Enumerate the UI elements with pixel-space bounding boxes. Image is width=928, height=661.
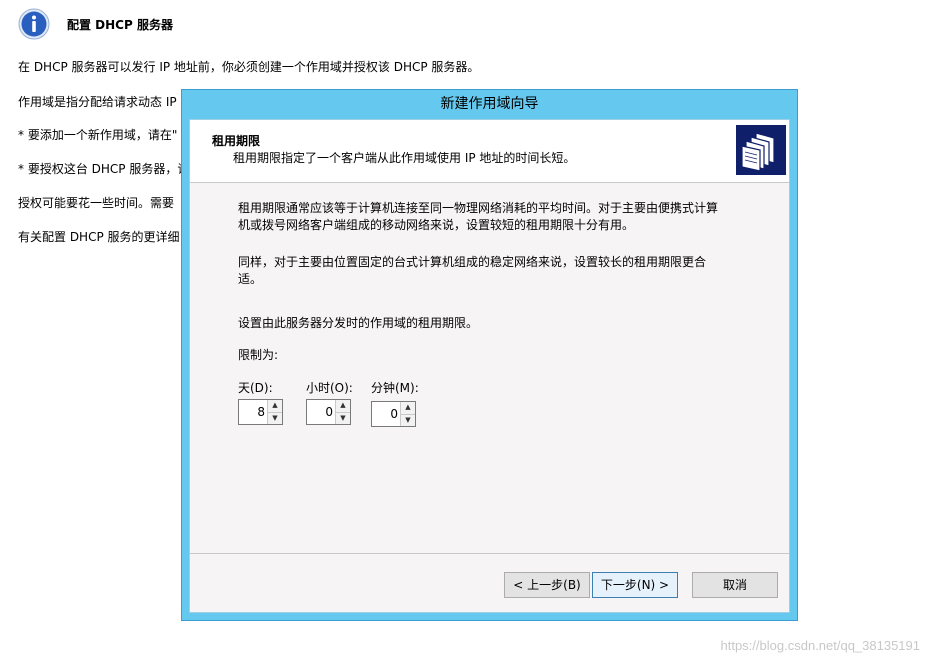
days-value[interactable]: 8 xyxy=(239,400,267,424)
description-text: 机或拨号网络客户端组成的移动网络来说，设置较短的租用期限十分有用。 xyxy=(238,218,635,232)
hours-label: 小时(O): xyxy=(306,381,353,395)
dialog-body: 租用期限 租用期限指定了一个客户端从此作用域使用 IP 地址的时间长短。 租用期… xyxy=(189,119,790,613)
background-text-line: 授权可能要花一些时间。需要 xyxy=(18,196,175,210)
hours-up-button[interactable]: ▲ xyxy=(336,400,350,413)
dialog-title-bar[interactable]: 新建作用域向导 xyxy=(182,90,797,118)
background-text-line: 有关配置 DHCP 服务的更详细 xyxy=(18,230,180,244)
next-button[interactable]: 下一步(N) > xyxy=(592,572,678,598)
description-text: 适。 xyxy=(238,272,263,286)
new-scope-wizard-dialog: 新建作用域向导 租用期限 租用期限指定了一个客户端从此作用域使用 IP 地址的时… xyxy=(181,89,798,621)
instruction-text: 设置由此服务器分发时的作用域的租用期限。 xyxy=(238,316,479,330)
back-button[interactable]: < 上一步(B) xyxy=(504,572,590,598)
page-subtitle: 租用期限指定了一个客户端从此作用域使用 IP 地址的时间长短。 xyxy=(233,151,576,165)
days-stepper[interactable]: 8 ▲ ▼ xyxy=(238,399,283,425)
days-spin-buttons: ▲ ▼ xyxy=(267,400,282,424)
watermark: https://blog.csdn.net/qq_38135191 xyxy=(720,638,921,653)
hours-stepper[interactable]: 0 ▲ ▼ xyxy=(306,399,351,425)
background-text-line: * 要授权这台 DHCP 服务器，请 xyxy=(18,162,190,176)
hours-down-button[interactable]: ▼ xyxy=(336,412,350,424)
days-label: 天(D): xyxy=(238,381,273,395)
hours-spin-buttons: ▲ ▼ xyxy=(335,400,350,424)
limit-label: 限制为: xyxy=(238,348,279,362)
background-header: 配置 DHCP 服务器 xyxy=(18,8,173,40)
footer-divider xyxy=(190,553,789,554)
background-text-line: 作用域是指分配给请求动态 IP xyxy=(18,95,177,109)
minutes-down-button[interactable]: ▼ xyxy=(401,414,415,426)
description-text: 租用期限通常应该等于计算机连接至同一物理网络消耗的平均时间。对于主要由便携式计算 xyxy=(238,201,719,215)
days-up-button[interactable]: ▲ xyxy=(268,400,282,413)
minutes-up-button[interactable]: ▲ xyxy=(401,402,415,415)
info-icon xyxy=(18,8,50,40)
hours-value[interactable]: 0 xyxy=(307,400,335,424)
background-text-line: 在 DHCP 服务器可以发行 IP 地址前，你必须创建一个作用域并授权该 DHC… xyxy=(18,60,480,74)
minutes-label: 分钟(M): xyxy=(371,381,419,395)
background-text-line: * 要添加一个新作用域，请在" xyxy=(18,128,178,142)
page-title: 租用期限 xyxy=(212,134,261,148)
background-title: 配置 DHCP 服务器 xyxy=(67,17,173,32)
description-text: 同样，对于主要由位置固定的台式计算机组成的稳定网络来说，设置较长的租用期限更合 xyxy=(238,255,707,269)
minutes-spin-buttons: ▲ ▼ xyxy=(400,402,415,426)
minutes-stepper[interactable]: 0 ▲ ▼ xyxy=(371,401,416,427)
wizard-header: 租用期限 租用期限指定了一个客户端从此作用域使用 IP 地址的时间长短。 xyxy=(190,120,789,183)
days-down-button[interactable]: ▼ xyxy=(268,412,282,424)
minutes-value[interactable]: 0 xyxy=(372,402,400,426)
cancel-button[interactable]: 取消 xyxy=(692,572,778,598)
folders-icon xyxy=(736,125,786,175)
